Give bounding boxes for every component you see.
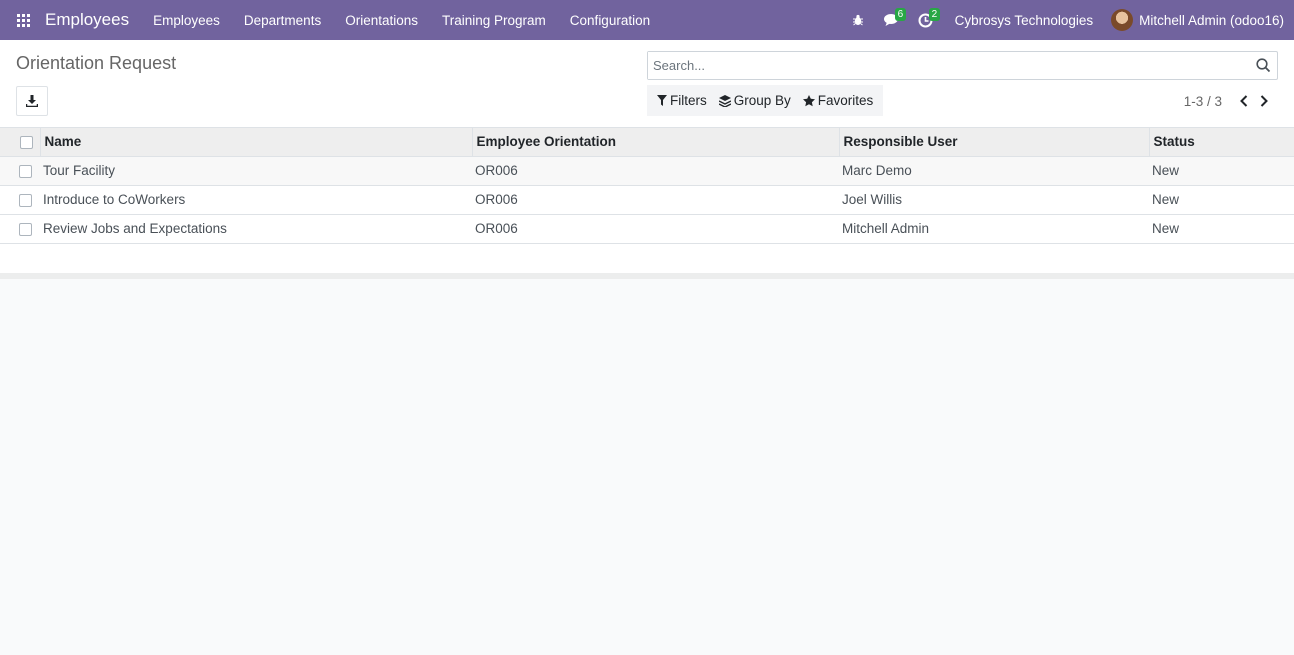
filters-label: Filters: [670, 93, 707, 108]
list-footer: [0, 243, 1294, 273]
debug-bug-icon[interactable]: [844, 0, 872, 40]
cell-name[interactable]: Tour Facility: [40, 156, 472, 185]
apps-menu-icon[interactable]: [0, 0, 46, 40]
menu-departments[interactable]: Departments: [232, 13, 333, 28]
favorites-button[interactable]: Favorites: [797, 93, 880, 108]
table-header-row: Name Employee Orientation Responsible Us…: [0, 128, 1294, 156]
group-by-button[interactable]: Group By: [713, 93, 797, 108]
search-icon[interactable]: [1256, 58, 1271, 76]
cell-employee-orientation[interactable]: OR006: [472, 156, 839, 185]
user-menu[interactable]: Mitchell Admin (odoo16): [1111, 9, 1284, 31]
row-select-cell: [0, 214, 40, 243]
footer-divider: [0, 273, 1294, 279]
pager-value[interactable]: 1-3 / 3: [1184, 94, 1222, 109]
column-header-status[interactable]: Status: [1148, 128, 1294, 156]
export-button[interactable]: [16, 86, 48, 116]
table-row[interactable]: Tour Facility OR006 Marc Demo New: [0, 156, 1294, 185]
company-switcher[interactable]: Cybrosys Technologies: [955, 13, 1094, 28]
star-icon: [802, 94, 815, 106]
chevron-right-icon[interactable]: [1254, 92, 1274, 110]
column-header-name[interactable]: Name: [39, 128, 472, 156]
control-panel: Orientation Request Filters Group By Fav…: [0, 40, 1294, 128]
download-icon: [26, 95, 38, 107]
row-checkbox[interactable]: [19, 193, 32, 207]
filter-icon: [657, 95, 667, 106]
cell-employee-orientation[interactable]: OR006: [472, 185, 839, 214]
row-select-cell: [0, 156, 40, 185]
cell-name[interactable]: Review Jobs and Expectations: [40, 214, 472, 243]
cell-responsible-user[interactable]: Joel Willis: [839, 185, 1149, 214]
column-header-employee-orientation[interactable]: Employee Orientation: [471, 128, 839, 156]
activities-clock-icon[interactable]: 2: [912, 0, 941, 40]
chevron-left-icon[interactable]: [1234, 92, 1254, 110]
column-header-responsible-user[interactable]: Responsible User: [838, 128, 1149, 156]
select-all-cell: [0, 128, 40, 156]
app-name[interactable]: Employees: [45, 10, 129, 30]
search-input[interactable]: [648, 52, 1238, 79]
cell-status[interactable]: New: [1149, 156, 1294, 185]
table-row[interactable]: Introduce to CoWorkers OR006 Joel Willis…: [0, 185, 1294, 214]
search-options-bar: Filters Group By Favorites: [647, 85, 884, 116]
top-navbar: Employees Employees Departments Orientat…: [0, 0, 1294, 40]
activities-count-badge: 2: [928, 8, 941, 21]
user-name: Mitchell Admin (odoo16): [1139, 12, 1284, 28]
orientation-request-table: Name Employee Orientation Responsible Us…: [0, 128, 1294, 243]
cell-status[interactable]: New: [1149, 185, 1294, 214]
filters-button[interactable]: Filters: [651, 93, 713, 108]
row-select-cell: [0, 185, 40, 214]
cell-responsible-user[interactable]: Marc Demo: [839, 156, 1149, 185]
menu-training-program[interactable]: Training Program: [430, 13, 558, 28]
messages-count-badge: 6: [894, 8, 907, 21]
page-title: Orientation Request: [16, 53, 177, 73]
search-box: [647, 51, 1278, 80]
avatar: [1111, 9, 1134, 31]
pager: 1-3 / 3: [1184, 92, 1274, 110]
group-by-label: Group By: [733, 93, 791, 108]
cell-status[interactable]: New: [1149, 214, 1294, 243]
menu-employees[interactable]: Employees: [141, 13, 232, 28]
favorites-label: Favorites: [817, 93, 874, 108]
cell-name[interactable]: Introduce to CoWorkers: [40, 185, 472, 214]
messages-icon[interactable]: 6: [878, 0, 907, 40]
list-view: Name Employee Orientation Responsible Us…: [0, 128, 1294, 279]
cell-employee-orientation[interactable]: OR006: [472, 214, 839, 243]
menu-configuration[interactable]: Configuration: [558, 13, 662, 28]
table-row[interactable]: Review Jobs and Expectations OR006 Mitch…: [0, 214, 1294, 243]
menu-orientations[interactable]: Orientations: [333, 13, 430, 28]
row-checkbox[interactable]: [19, 223, 32, 237]
layers-icon: [718, 94, 731, 107]
select-all-checkbox[interactable]: [20, 136, 33, 150]
row-checkbox[interactable]: [19, 164, 32, 178]
cell-responsible-user[interactable]: Mitchell Admin: [839, 214, 1149, 243]
